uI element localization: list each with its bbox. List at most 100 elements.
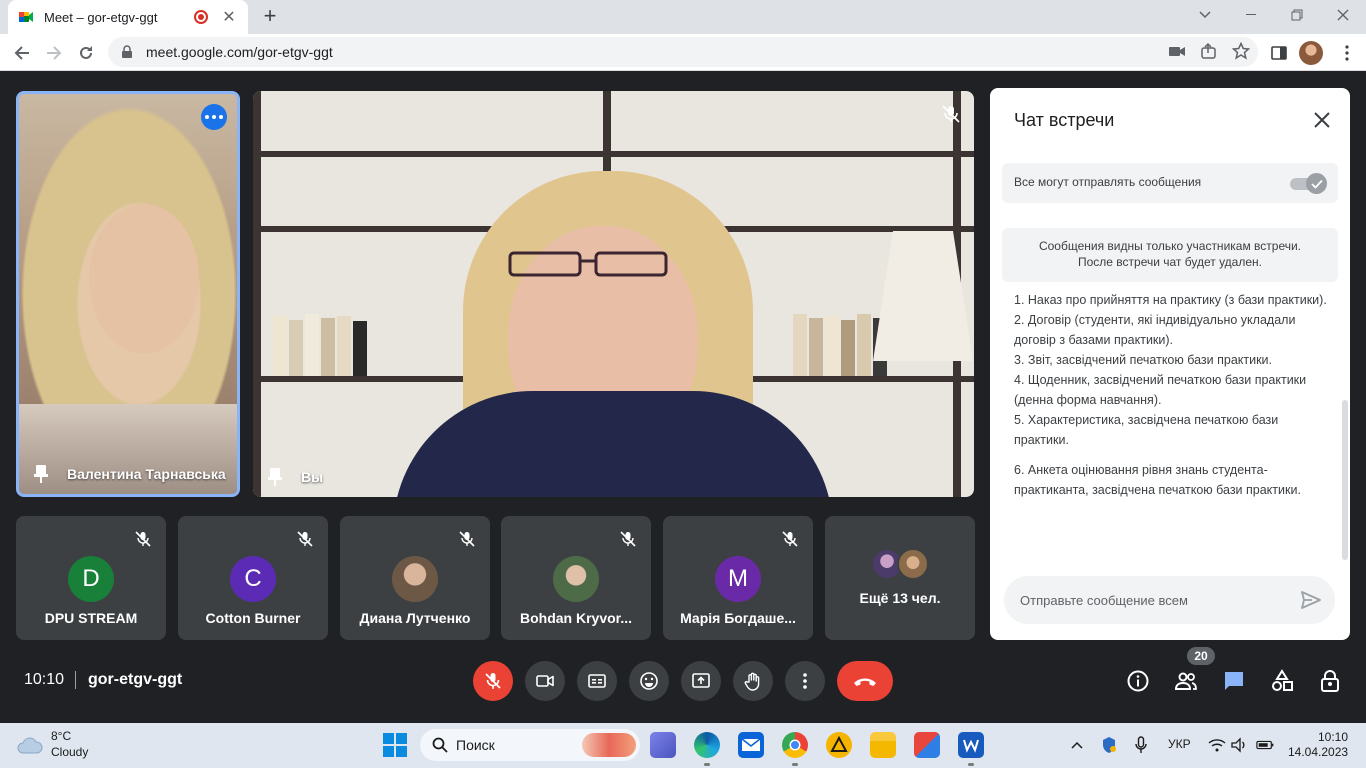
word-app-icon[interactable] bbox=[958, 732, 984, 758]
participant-tile[interactable]: Bohdan Kryvor... bbox=[501, 516, 651, 640]
address-bar[interactable]: meet.google.com/gor-etgv-ggt bbox=[108, 37, 1258, 67]
activities-button[interactable] bbox=[1268, 667, 1296, 695]
emoji-icon bbox=[640, 672, 658, 690]
participant-name: Bohdan Kryvor... bbox=[519, 610, 633, 626]
camera-in-use-icon[interactable] bbox=[1168, 42, 1186, 60]
windows-taskbar: 8°C Cloudy Поиск УКР 10:10 14.04.2023 bbox=[0, 723, 1366, 768]
tab-search-chevron-icon[interactable] bbox=[1182, 0, 1228, 30]
back-arrow-icon bbox=[14, 46, 29, 60]
participant-tile[interactable]: D DPU STREAM bbox=[16, 516, 166, 640]
volume-icon[interactable] bbox=[1230, 736, 1248, 754]
wifi-icon[interactable] bbox=[1208, 736, 1226, 754]
pin-icon[interactable] bbox=[33, 464, 49, 484]
chat-button[interactable] bbox=[1220, 667, 1248, 695]
search-label: Поиск bbox=[456, 737, 495, 753]
minimize-window-button[interactable] bbox=[1228, 0, 1274, 30]
restore-window-button[interactable] bbox=[1274, 0, 1320, 30]
tile-more-options-button[interactable] bbox=[201, 104, 227, 130]
bookmark-star-icon[interactable] bbox=[1232, 42, 1250, 60]
camera-icon bbox=[536, 675, 554, 687]
chrome-app-icon[interactable] bbox=[782, 732, 808, 758]
edge-app-icon[interactable] bbox=[694, 732, 720, 758]
meeting-details-button[interactable] bbox=[1124, 667, 1152, 695]
reactions-button[interactable] bbox=[629, 661, 669, 701]
close-window-button[interactable] bbox=[1320, 0, 1366, 30]
books bbox=[273, 311, 473, 376]
forward-button[interactable] bbox=[41, 40, 67, 66]
new-tab-button[interactable]: + bbox=[258, 4, 282, 28]
more-options-button[interactable] bbox=[785, 661, 825, 701]
host-controls-button[interactable] bbox=[1316, 667, 1344, 695]
mail-app-icon[interactable] bbox=[738, 732, 764, 758]
chat-message: 6. Анкета оцінювання рівня знань студент… bbox=[1014, 463, 1301, 497]
people-icon bbox=[1174, 672, 1197, 690]
app-running-indicator bbox=[792, 763, 798, 766]
battery-icon[interactable] bbox=[1256, 736, 1274, 754]
browser-tab-meet[interactable]: Meet – gor-etgv-ggt ✕ bbox=[8, 0, 248, 34]
send-icon[interactable] bbox=[1299, 588, 1323, 612]
participant-tile[interactable]: C Cotton Burner bbox=[178, 516, 328, 640]
chat-message-input[interactable] bbox=[1020, 590, 1290, 610]
back-button[interactable] bbox=[9, 40, 35, 66]
speaker-face bbox=[89, 204, 199, 354]
muted-mic-icon bbox=[135, 531, 151, 547]
everyone-can-message-toggle[interactable] bbox=[1290, 173, 1327, 194]
microphone-icon[interactable] bbox=[1132, 736, 1150, 754]
info-line: После встречи чат будет удален. bbox=[1077, 255, 1262, 269]
avatar: D bbox=[68, 556, 114, 602]
taskbar-search[interactable]: Поиск bbox=[420, 729, 640, 761]
side-panel-button[interactable] bbox=[1266, 40, 1292, 66]
start-button[interactable] bbox=[383, 733, 407, 757]
profile-button[interactable] bbox=[1298, 40, 1324, 66]
reload-button[interactable] bbox=[73, 40, 99, 66]
hand-icon bbox=[744, 672, 760, 691]
app-running-indicator bbox=[968, 763, 974, 766]
more-participants-tile[interactable]: Ещё 13 чел. bbox=[825, 516, 975, 640]
chat-message: 5. Характеристика, засвідчена печаткою б… bbox=[1014, 413, 1279, 447]
raise-hand-button[interactable] bbox=[733, 661, 773, 701]
reload-icon bbox=[80, 46, 92, 59]
weather-description: Cloudy bbox=[51, 745, 89, 759]
meeting-code: gor-etgv-ggt bbox=[88, 671, 183, 688]
chat-scrollbar[interactable] bbox=[1342, 400, 1348, 560]
chat-message: 1. Наказ про прийняття на практику (з ба… bbox=[1014, 293, 1327, 307]
file-explorer-icon[interactable] bbox=[870, 732, 896, 758]
show-hidden-icons-chevron-icon[interactable] bbox=[1068, 736, 1086, 754]
address-url: meet.google.com/gor-etgv-ggt bbox=[146, 44, 333, 60]
teams-app-icon[interactable] bbox=[650, 732, 676, 758]
tab-close-icon[interactable]: ✕ bbox=[220, 7, 238, 27]
chat-message: 2. Договір (студенти, які індивідуально … bbox=[1014, 313, 1296, 347]
taskbar-clock-time[interactable]: 10:10 bbox=[1318, 730, 1348, 744]
present-screen-button[interactable] bbox=[681, 661, 721, 701]
avatar bbox=[392, 556, 438, 602]
participant-tile[interactable]: Диана Лутченко bbox=[340, 516, 490, 640]
check-icon bbox=[1310, 179, 1323, 189]
leave-call-button[interactable] bbox=[837, 661, 893, 701]
taskbar-clock-date[interactable]: 14.04.2023 bbox=[1288, 745, 1348, 759]
share-icon[interactable] bbox=[1200, 42, 1218, 60]
avast-app-icon[interactable] bbox=[826, 732, 852, 758]
camera-toggle-button[interactable] bbox=[525, 661, 565, 701]
participant-tile[interactable]: M Марія Богдаше... bbox=[663, 516, 813, 640]
input-language[interactable]: УКР bbox=[1168, 737, 1191, 751]
participant-name: Диана Лутченко bbox=[359, 610, 471, 626]
store-app-icon[interactable] bbox=[914, 732, 940, 758]
video-tile-self[interactable]: Вы bbox=[253, 91, 974, 497]
shelf bbox=[253, 151, 974, 157]
security-shield-icon[interactable] bbox=[1100, 736, 1118, 754]
app-running-indicator bbox=[704, 763, 710, 766]
captions-button[interactable] bbox=[577, 661, 617, 701]
activities-icon bbox=[1272, 669, 1293, 691]
participant-name: DPU STREAM bbox=[44, 610, 138, 626]
chrome-menu-button[interactable] bbox=[1334, 40, 1360, 66]
people-button[interactable] bbox=[1172, 667, 1200, 695]
chat-icon bbox=[1225, 672, 1243, 690]
self-glasses bbox=[508, 251, 668, 277]
video-tile-active-speaker[interactable]: Валентина Тарнавська bbox=[16, 91, 240, 497]
chat-panel: Чат встречи Все могут отправлять сообщен… bbox=[990, 88, 1350, 640]
pin-icon[interactable] bbox=[267, 467, 283, 487]
microphone-toggle-button[interactable] bbox=[473, 661, 513, 701]
participant-count-badge: 20 bbox=[1187, 647, 1215, 665]
close-icon[interactable] bbox=[1310, 108, 1334, 132]
cloud-icon[interactable] bbox=[16, 735, 44, 755]
